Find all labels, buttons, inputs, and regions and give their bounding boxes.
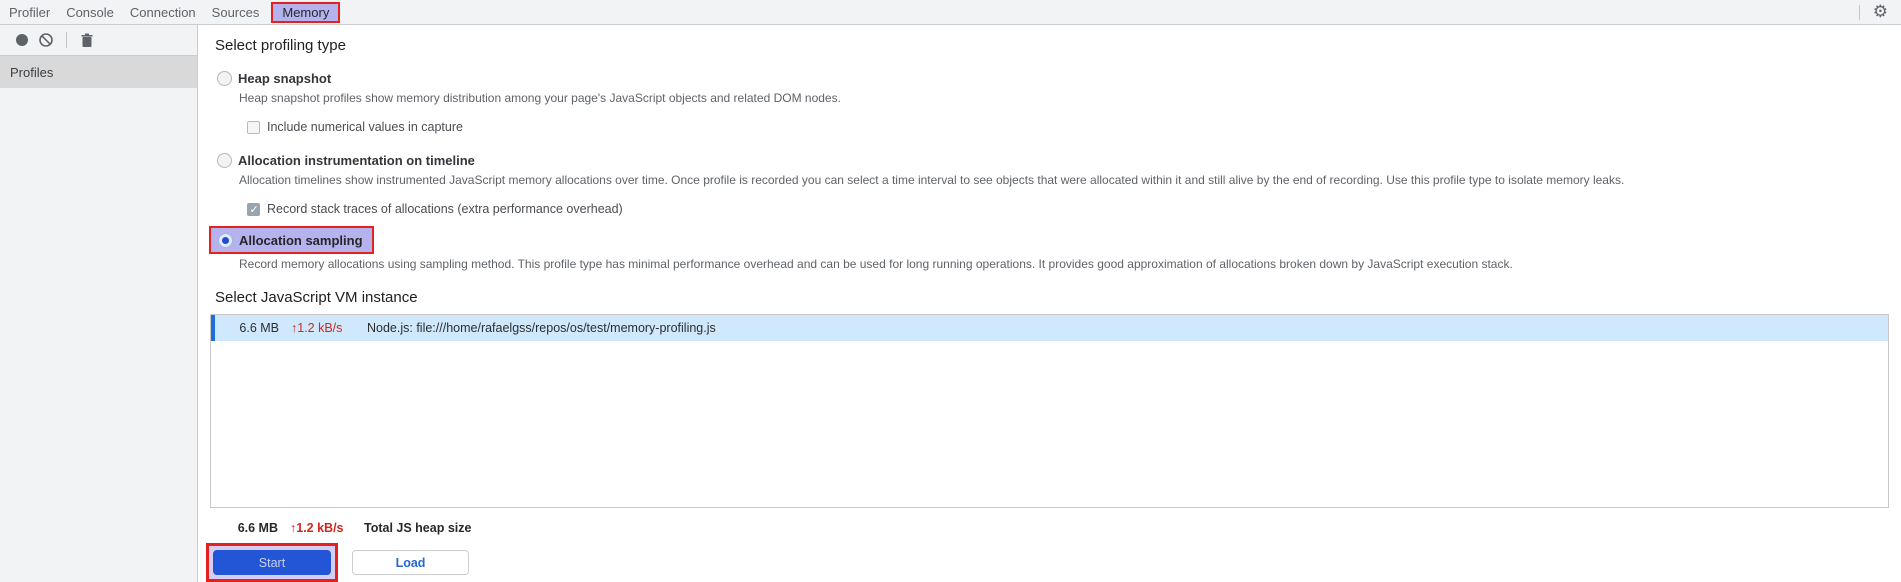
memory-panel: Select profiling type Heap snapshot Heap…: [199, 25, 1901, 582]
allocation-sampling-radio[interactable]: [218, 232, 233, 248]
sidebar-item-profiles[interactable]: Profiles: [0, 56, 197, 88]
heap-snapshot-label: Heap snapshot: [238, 70, 332, 86]
record-stack-traces-label: Record stack traces of allocations (extr…: [267, 202, 623, 216]
gear-icon[interactable]: ⚙: [1873, 3, 1888, 21]
option-allocation-sampling[interactable]: Allocation sampling: [209, 226, 374, 254]
tab-connection[interactable]: Connection: [122, 3, 204, 22]
allocation-timeline-description: Allocation timelines show instrumented J…: [239, 173, 1625, 187]
top-tab-bar: Profiler Console Connection Sources Memo…: [0, 0, 1901, 25]
vm-heap-rate: ↑1.2 kB/s: [291, 321, 343, 335]
clear-icon: [38, 32, 54, 48]
profiles-label: Profiles: [10, 64, 54, 80]
heap-snapshot-radio[interactable]: [217, 70, 232, 86]
total-heap-rate: ↑1.2 kB/s: [290, 521, 344, 535]
total-heap-size: 6.6 MB: [237, 521, 278, 535]
tab-profiler[interactable]: Profiler: [1, 3, 58, 22]
vm-heap-size: 6.6 MB: [239, 321, 279, 335]
load-button[interactable]: Load: [352, 550, 469, 575]
tab-console[interactable]: Console: [58, 3, 122, 22]
action-buttons: Start Load: [206, 543, 1901, 582]
profiler-toolbar: [0, 25, 197, 56]
record-icon: [14, 32, 30, 48]
tabbar-right-group: ⚙: [1858, 0, 1901, 24]
start-button-annotation: Start: [206, 543, 338, 582]
clear-button[interactable]: [34, 28, 58, 52]
allocation-sampling-description: Record memory allocations using sampling…: [239, 257, 1513, 271]
vm-instance-row[interactable]: 6.6 MB ↑1.2 kB/s Node.js: file:///home/r…: [211, 315, 1888, 341]
tab-memory[interactable]: Memory: [271, 1, 341, 23]
total-heap-row: 6.6 MB ↑1.2 kB/s Total JS heap size: [210, 519, 1889, 537]
total-heap-label: Total JS heap size: [364, 521, 472, 535]
allocation-timeline-radio[interactable]: [217, 152, 232, 168]
toolbar-divider: [1858, 4, 1860, 20]
option-heap-snapshot[interactable]: Heap snapshot: [217, 68, 1901, 88]
delete-profile-button[interactable]: [75, 28, 99, 52]
profiling-type-heading: Select profiling type: [215, 37, 346, 54]
include-numerical-values-checkbox[interactable]: [247, 120, 260, 134]
toolbar-divider: [66, 32, 67, 48]
record-stack-traces-row[interactable]: Record stack traces of allocations (extr…: [247, 201, 1901, 217]
tab-sources[interactable]: Sources: [204, 3, 268, 22]
include-numerical-values-label: Include numerical values in capture: [267, 120, 463, 134]
allocation-sampling-label: Allocation sampling: [239, 232, 363, 248]
vm-instance-heading: Select JavaScript VM instance: [215, 289, 418, 306]
option-allocation-timeline[interactable]: Allocation instrumentation on timeline: [217, 150, 1901, 170]
include-numerical-values-row[interactable]: Include numerical values in capture: [247, 119, 1901, 135]
trash-icon: [80, 33, 94, 48]
record-stack-traces-checkbox[interactable]: [247, 202, 260, 216]
start-button[interactable]: Start: [213, 550, 331, 575]
allocation-timeline-label: Allocation instrumentation on timeline: [238, 152, 475, 168]
vm-instance-list: 6.6 MB ↑1.2 kB/s Node.js: file:///home/r…: [210, 314, 1889, 508]
vm-instance-name: Node.js: file:///home/rafaelgss/repos/os…: [367, 321, 716, 335]
heap-snapshot-description: Heap snapshot profiles show memory distr…: [239, 91, 841, 105]
record-button[interactable]: [10, 28, 34, 52]
sidebar: Profiles: [0, 25, 198, 582]
